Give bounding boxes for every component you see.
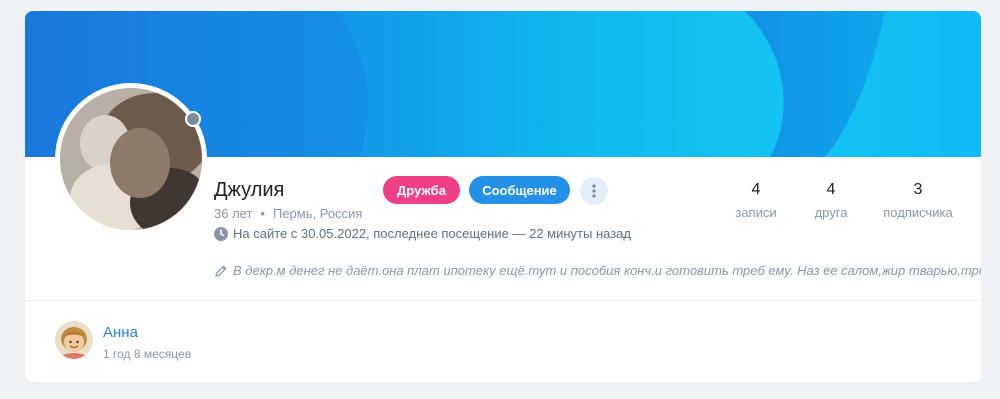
profile-meta: 36 лет • Пермь, Россия	[214, 206, 362, 222]
profile-age: 36 лет	[214, 206, 253, 221]
stat-friends[interactable]: 4 друга	[800, 180, 862, 222]
stat-friends-value: 4	[826, 181, 836, 198]
meta-separator: •	[260, 206, 265, 221]
section-divider	[25, 300, 981, 301]
profile-name: Джулия	[214, 179, 285, 201]
avatar-photo	[60, 88, 202, 230]
stat-subscribers-label: подписчика	[883, 205, 953, 220]
stat-subscribers[interactable]: 3 подписчика	[877, 180, 959, 222]
pencil-icon	[215, 265, 227, 277]
clock-icon	[214, 227, 228, 241]
friendship-button[interactable]: Дружба	[383, 176, 460, 204]
more-vertical-icon	[592, 184, 596, 198]
more-actions-button[interactable]	[580, 177, 608, 205]
last-seen-text: На сайте с 30.05.2022, последнее посещен…	[233, 226, 631, 241]
stat-subscribers-value: 3	[913, 181, 923, 198]
stat-posts[interactable]: 4 записи	[725, 180, 787, 222]
online-status-dot	[185, 111, 201, 127]
friend-avatar-illustration	[55, 321, 93, 359]
stat-posts-label: записи	[735, 205, 777, 220]
stat-friends-label: друга	[814, 205, 848, 220]
stat-posts-value: 4	[751, 181, 761, 198]
profile-last-seen: На сайте с 30.05.2022, последнее посещен…	[214, 226, 631, 242]
profile-avatar[interactable]	[60, 88, 202, 230]
friend-name-link[interactable]: Анна	[103, 324, 138, 342]
friend-duration: 1 год 8 месяцев	[103, 347, 192, 361]
message-button[interactable]: Сообщение	[469, 176, 570, 204]
profile-card: Джулия 36 лет • Пермь, Россия На сайте с 3…	[25, 11, 981, 382]
bio-text: В декр.м денег не даёт.она плат ипотеку …	[233, 263, 981, 278]
profile-bio: В декр.м денег не даёт.она плат ипотеку …	[214, 263, 981, 279]
profile-location: Пермь, Россия	[272, 206, 363, 221]
friend-avatar[interactable]	[55, 321, 93, 359]
profile-avatar-frame	[55, 83, 207, 235]
